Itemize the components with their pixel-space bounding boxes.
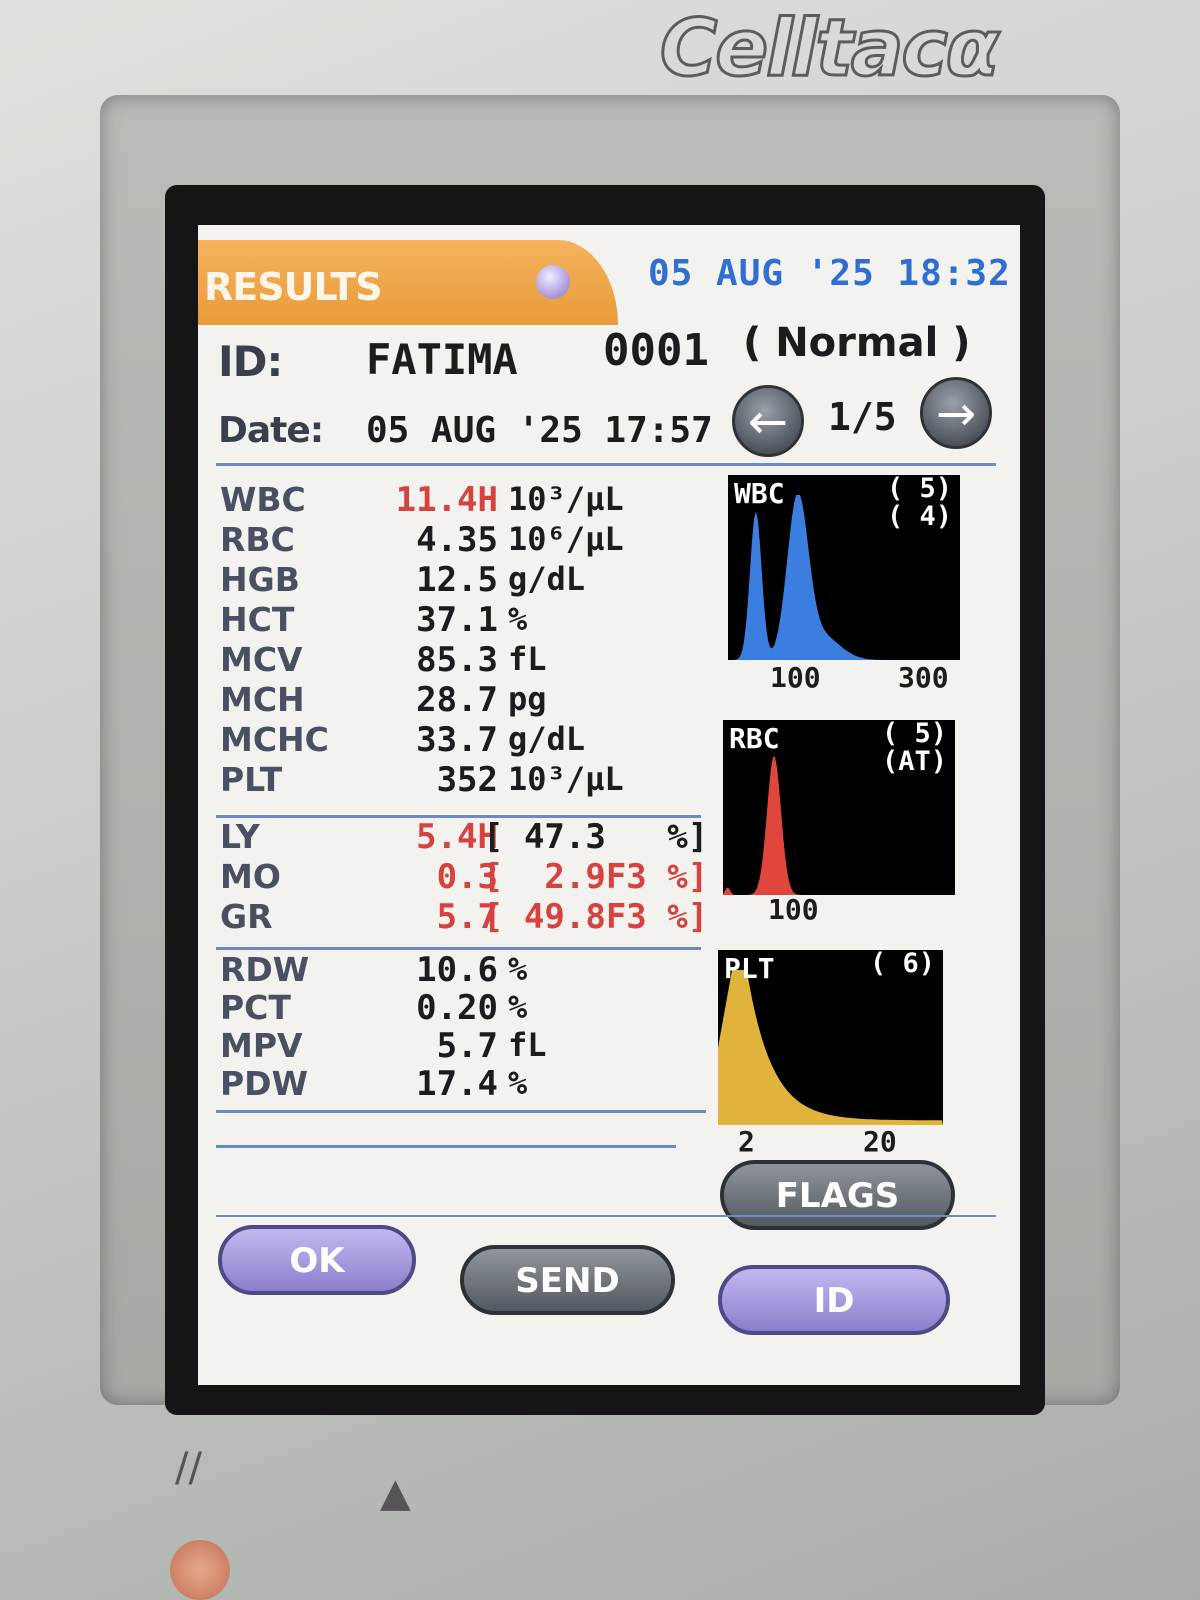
param-name: MO <box>220 857 281 896</box>
param-unit: g/dL <box>508 560 586 598</box>
rbc-tick-label: 100 <box>768 893 819 926</box>
plt-histogram-title: PLT <box>724 952 775 985</box>
param-value: 0.3 <box>436 857 498 897</box>
rbc-histogram-title: RBC <box>729 722 780 755</box>
param-value: 0.20 <box>416 988 498 1028</box>
date-label: Date: <box>218 410 324 451</box>
param-unit: % <box>508 600 528 638</box>
header-bar: RESULTS 05 AUG '25 18:32 <box>198 225 1020 331</box>
param-name: PDW <box>220 1064 308 1103</box>
param-name: MCHC <box>220 720 329 759</box>
param-name: GR <box>220 897 273 936</box>
arrow-right-icon: → <box>935 386 977 442</box>
wbc-histogram-code: ( 5) ( 4) <box>886 475 952 532</box>
param-name: PLT <box>220 760 283 799</box>
divider <box>216 1145 676 1148</box>
wbc-histogram-title: WBC <box>734 477 785 510</box>
flags-button[interactable]: FLAGS <box>720 1160 955 1230</box>
plt-tick-label: 20 <box>863 1125 897 1158</box>
sample-date: 05 AUG '25 17:57 <box>366 410 713 451</box>
param-name: LY <box>220 817 260 856</box>
param-name: PCT <box>220 988 291 1027</box>
divider <box>216 1215 996 1217</box>
param-name: WBC <box>220 480 306 519</box>
param-unit: fL <box>508 640 547 678</box>
rbc-histogram-code: ( 5) (AT) <box>881 720 947 777</box>
wbc-tick-label: 300 <box>898 661 949 694</box>
param-value: 10.6 <box>416 950 498 990</box>
param-percent: [ 49.8F3 %] <box>483 897 708 937</box>
prev-page-button[interactable]: ← <box>732 385 804 457</box>
front-panel-icon: // <box>175 1445 202 1491</box>
ok-button[interactable]: OK <box>218 1225 416 1295</box>
param-value: 28.7 <box>416 680 498 720</box>
id-button[interactable]: ID <box>718 1265 950 1335</box>
param-percent-value: [ 47.3 %] <box>483 817 709 857</box>
param-unit: fL <box>508 1026 547 1064</box>
param-value: 37.1 <box>416 600 498 640</box>
status-indicator-icon <box>536 265 570 299</box>
wbc-histogram: WBC ( 5) ( 4) <box>728 475 960 660</box>
send-button[interactable]: SEND <box>460 1245 675 1315</box>
param-value: 5.7 <box>436 1026 498 1066</box>
next-page-button[interactable]: → <box>920 377 992 449</box>
results-screen: RESULTS 05 AUG '25 18:32 ID: FATIMA 0001… <box>198 225 1020 1385</box>
param-name: MCH <box>220 680 305 719</box>
plt-histogram-code: ( 6) <box>869 950 935 979</box>
param-name: HCT <box>220 600 295 639</box>
param-name: HGB <box>220 560 300 599</box>
id-label: ID: <box>218 337 283 386</box>
param-percent: [ 2.9F3 %] <box>483 857 708 897</box>
sample-id-number: 0001 <box>603 325 709 376</box>
param-unit: g/dL <box>508 720 586 758</box>
sample-id-name: FATIMA <box>366 335 518 384</box>
param-value: 5.4H <box>416 817 498 857</box>
brand-logo: Celltacα <box>658 3 1000 96</box>
param-value: 85.3 <box>416 640 498 680</box>
param-percent-value: [ 2.9F3 %] <box>483 857 709 897</box>
rbc-histogram: RBC ( 5) (AT) <box>723 720 955 895</box>
param-value: 33.7 <box>416 720 498 760</box>
wbc-tick-label: 100 <box>770 661 821 694</box>
page-title: RESULTS <box>204 265 383 309</box>
plt-histogram: PLT ( 6) <box>718 950 943 1125</box>
arrow-left-icon: ← <box>747 394 789 450</box>
param-value: 4.35 <box>416 520 498 560</box>
param-name: MCV <box>220 640 303 679</box>
param-unit: 10⁶/µL <box>508 520 624 558</box>
page-indicator: 1/5 <box>828 395 897 439</box>
param-value: 11.4H <box>395 480 498 520</box>
front-panel-button[interactable] <box>170 1540 230 1600</box>
param-name: MPV <box>220 1026 303 1065</box>
param-unit: % <box>508 1064 528 1102</box>
param-percent-value: [ 49.8F3 %] <box>483 897 709 937</box>
param-percent: [ 47.3 %] <box>483 817 708 857</box>
divider <box>216 1110 706 1113</box>
rbc-distribution-curve <box>723 756 955 895</box>
param-value: 352 <box>436 760 498 800</box>
param-name: RDW <box>220 950 310 989</box>
param-value: 5.7 <box>436 897 498 937</box>
param-value: 17.4 <box>416 1064 498 1104</box>
front-panel-icon: ▲ <box>380 1470 411 1516</box>
current-datetime: 05 AUG '25 18:32 <box>648 253 1011 294</box>
analyzer-device: Celltacα RESULTS 05 AUG '25 18:32 ID: FA… <box>0 0 1200 1600</box>
plt-distribution-curve <box>718 970 943 1125</box>
plt-tick-label: 2 <box>738 1125 755 1158</box>
param-unit: 10³/µL <box>508 480 624 518</box>
analysis-mode: ( Normal ) <box>743 320 971 366</box>
divider <box>216 463 996 466</box>
param-value: 12.5 <box>416 560 498 600</box>
param-unit: % <box>508 950 528 988</box>
param-unit: pg <box>508 680 547 718</box>
param-unit: % <box>508 988 528 1026</box>
param-unit: 10³/µL <box>508 760 624 798</box>
param-name: RBC <box>220 520 295 559</box>
